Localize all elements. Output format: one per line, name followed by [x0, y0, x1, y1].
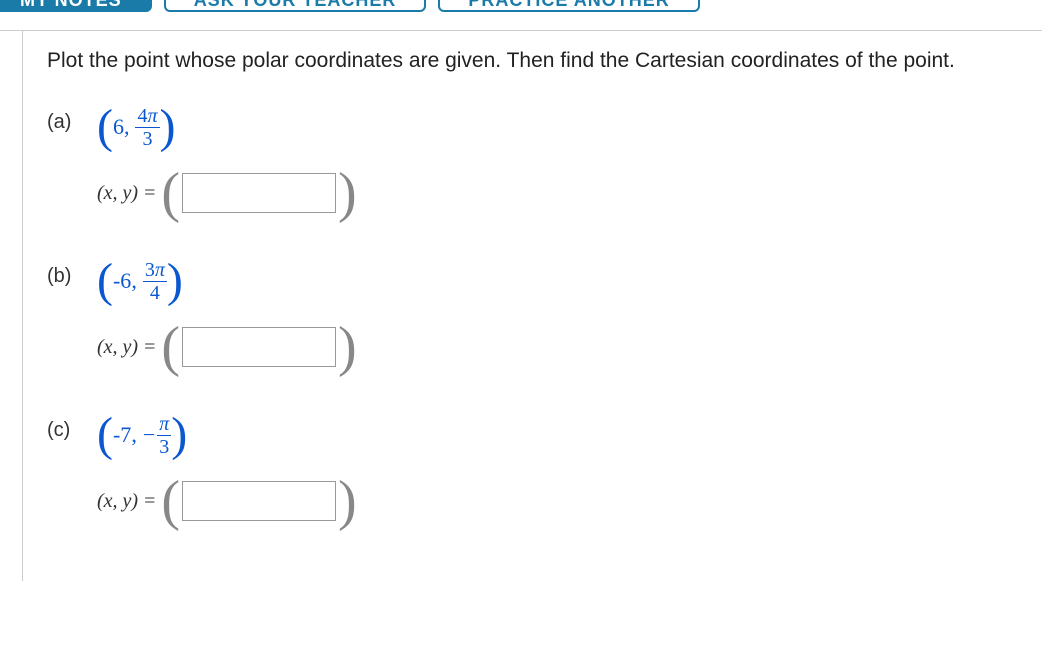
- xy-label: (x, y): [97, 490, 138, 513]
- equals: =: [144, 336, 155, 359]
- tab-practice-another[interactable]: PRACTICE ANOTHER: [438, 0, 699, 12]
- answer-input-a[interactable]: [182, 173, 336, 213]
- answer-row-c: (x, y) = ( ): [97, 481, 1018, 521]
- part-c: (c) ( -7 , − π 3 ) (x, y) = (: [47, 409, 1018, 521]
- part-b-label: (b): [47, 255, 97, 288]
- xy-label: (x, y): [97, 182, 138, 205]
- equals: =: [144, 182, 155, 205]
- answer-row-b: (x, y) = ( ): [97, 327, 1018, 367]
- part-a-label: (a): [47, 101, 97, 134]
- xy-label: (x, y): [97, 336, 138, 359]
- question-content: Plot the point whose polar coordinates a…: [23, 31, 1042, 581]
- equals: =: [144, 490, 155, 513]
- header-tabs: MY NOTES ASK YOUR TEACHER PRACTICE ANOTH…: [0, 0, 1042, 12]
- polar-coords-a: ( 6 , 4π 3 ): [97, 101, 1018, 153]
- part-b: (b) ( -6 , 3π 4 ) (x, y) = (: [47, 255, 1018, 367]
- answer-input-c[interactable]: [182, 481, 336, 521]
- answer-row-a: (x, y) = ( ): [97, 173, 1018, 213]
- tab-ask-teacher[interactable]: ASK YOUR TEACHER: [164, 0, 427, 12]
- answer-input-b[interactable]: [182, 327, 336, 367]
- part-a: (a) ( 6 , 4π 3 ) (x, y) = ( ): [47, 101, 1018, 213]
- polar-coords-c: ( -7 , − π 3 ): [97, 409, 1018, 461]
- question-prompt: Plot the point whose polar coordinates a…: [47, 49, 1018, 73]
- polar-coords-b: ( -6 , 3π 4 ): [97, 255, 1018, 307]
- part-c-label: (c): [47, 409, 97, 442]
- tab-my-notes[interactable]: MY NOTES: [0, 0, 152, 12]
